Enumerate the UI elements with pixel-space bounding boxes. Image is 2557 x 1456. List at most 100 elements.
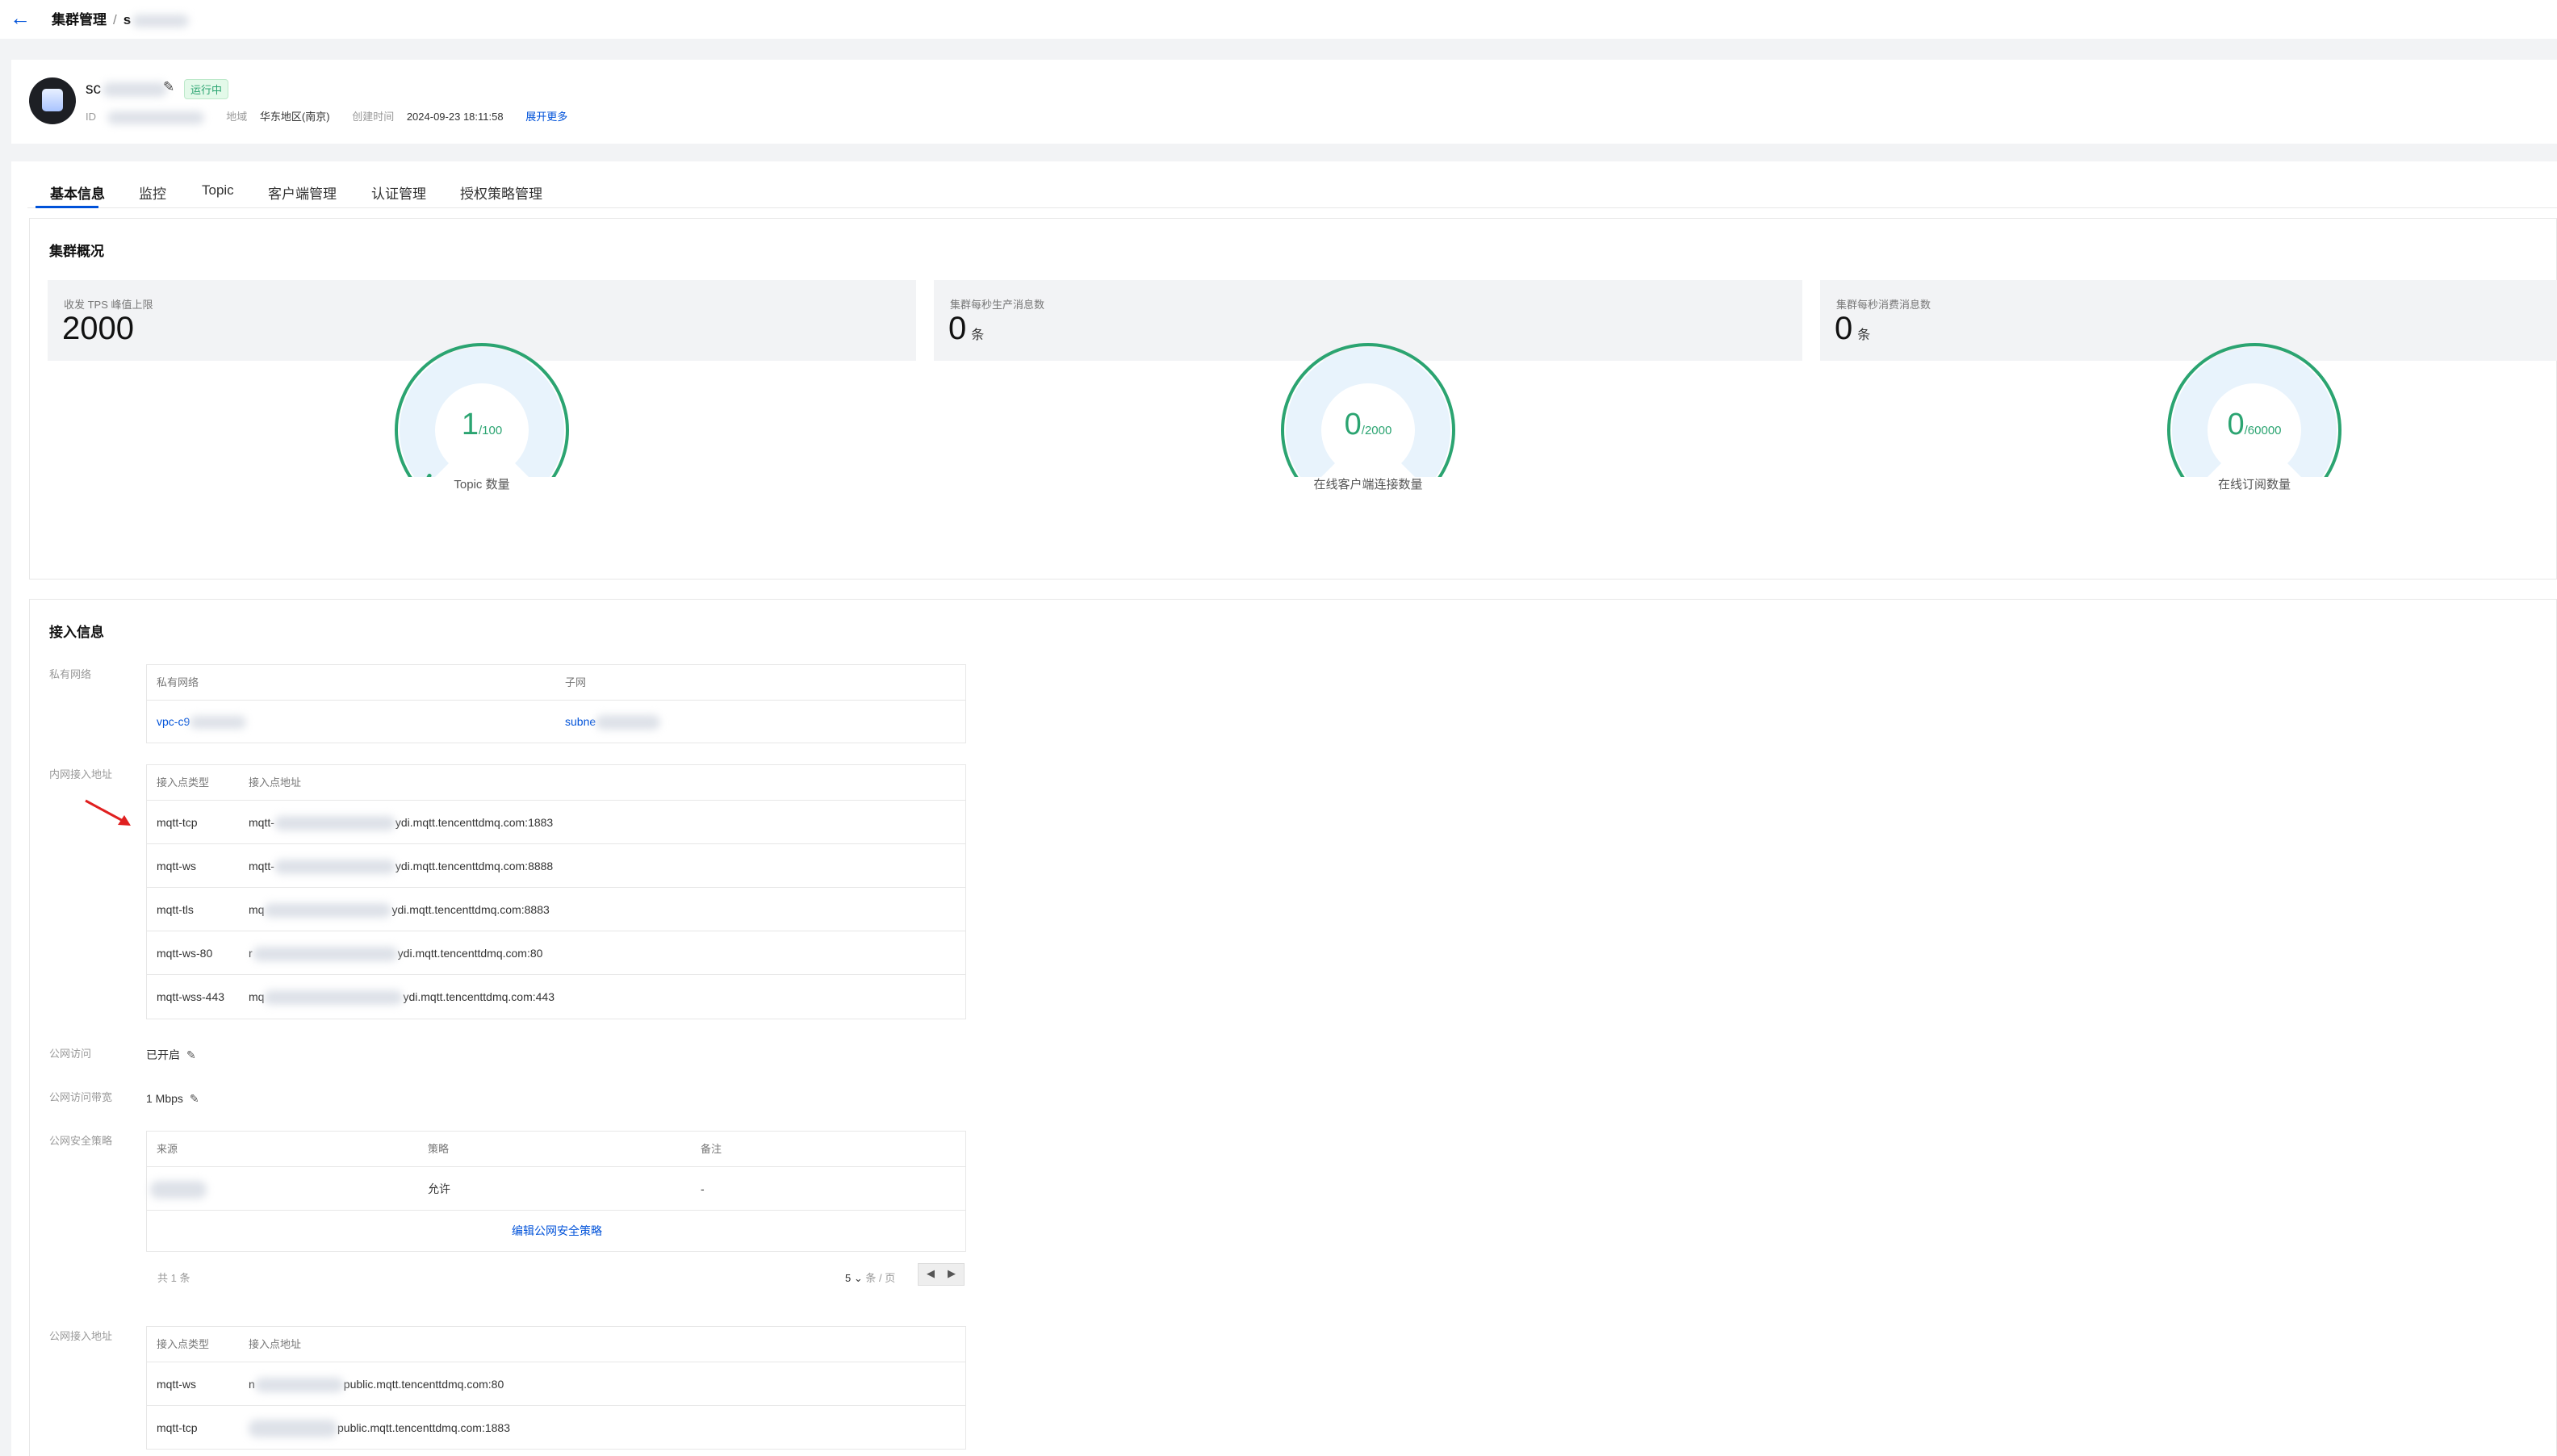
table-row: mqtt-ws mqtt-ydi.mqtt.tencenttdmq.com:88…: [147, 844, 965, 888]
gauge-value: 0/60000: [2227, 408, 2282, 441]
cluster-meta: ID 地域 华东地区(南京) 创建时间 2024-09-23 18:11:58 …: [86, 108, 567, 124]
subnet-link[interactable]: subne: [565, 701, 661, 743]
endpoint-type: mqtt-ws-80: [157, 947, 213, 960]
tab-basic-info[interactable]: 基本信息: [50, 182, 105, 203]
column-header: 备注: [701, 1143, 722, 1155]
tab-monitor[interactable]: 监控: [139, 182, 166, 203]
policy-value: 允许: [428, 1182, 450, 1195]
table-header: 来源 策略 备注: [147, 1132, 965, 1167]
endpoint-address[interactable]: public.mqtt.tencenttdmq.com:1883: [249, 1406, 510, 1450]
note-value: -: [701, 1182, 705, 1195]
tab-client-management[interactable]: 客户端管理: [268, 182, 337, 203]
pencil-icon[interactable]: ✎: [186, 1048, 196, 1061]
public-bandwidth-value: 1 Mbps ✎: [146, 1092, 199, 1105]
pagination-buttons: ◀ ▶: [918, 1263, 965, 1286]
redacted-id: [107, 111, 204, 124]
access-title: 接入信息: [49, 625, 104, 640]
tab-authz-policy-management[interactable]: 授权策略管理: [460, 182, 542, 203]
chevron-down-icon: ⌄: [853, 1272, 863, 1284]
table-row: vpc-c9 subne: [147, 701, 965, 743]
breadcrumb: 集群管理 / s: [52, 8, 190, 28]
stat-label: 收发 TPS 峰值上限: [64, 299, 153, 311]
endpoint-address[interactable]: n public.mqtt.tencenttdmq.com:80: [249, 1362, 504, 1406]
created-label: 创建时间: [352, 111, 395, 123]
cluster-name: sc: [86, 81, 167, 98]
table-row: mqtt-tcp mqtt-ydi.mqtt.tencenttdmq.com:1…: [147, 801, 965, 844]
column-header: 策略: [428, 1143, 450, 1155]
breadcrumb-current: s: [123, 12, 132, 27]
source-value: [150, 1167, 207, 1211]
column-header: 接入点地址: [249, 776, 302, 789]
tab-topic[interactable]: Topic: [202, 182, 234, 199]
endpoint-address[interactable]: mqtt-ydi.mqtt.tencenttdmq.com:1883: [249, 801, 553, 844]
cube-icon: [42, 89, 63, 111]
gauge-label: 在线客户端连接数量: [1313, 478, 1423, 492]
column-header: 接入点类型: [157, 776, 210, 789]
active-tab-indicator: [36, 206, 98, 208]
gauge-online-clients: 0/2000 在线客户端连接数量: [1271, 340, 1465, 501]
prev-page-icon[interactable]: ◀: [927, 1267, 935, 1280]
cluster-header: sc ✎ 运行中 ID 地域 华东地区(南京) 创建时间 2024-09-23 …: [11, 60, 2557, 144]
region-label: 地域: [226, 111, 248, 123]
pencil-icon[interactable]: ✎: [190, 1092, 199, 1105]
vpc-label: 私有网络: [49, 668, 92, 680]
public-access-label: 公网访问: [49, 1048, 92, 1060]
region-value: 华东地区(南京): [259, 111, 330, 123]
vpc-link[interactable]: vpc-c9: [157, 701, 247, 743]
table-row: mqtt-ws-80 r ydi.mqtt.tencenttdmq.com:80: [147, 931, 965, 975]
breadcrumb-parent[interactable]: 集群管理: [52, 12, 107, 27]
endpoint-address[interactable]: mq ydi.mqtt.tencenttdmq.com:8883: [249, 888, 550, 931]
access-section: 接入信息 私有网络 私有网络 子网 vpc-c9 subne 内网接入地址 接入…: [29, 599, 2557, 1456]
column-header: 子网: [565, 676, 587, 688]
endpoint-address[interactable]: mq ydi.mqtt.tencenttdmq.com:443: [249, 975, 555, 1019]
id-label: ID: [86, 111, 96, 123]
vpc-table: 私有网络 子网 vpc-c9 subne: [146, 664, 966, 743]
redacted-cluster-name: [132, 14, 190, 27]
edit-security-policy-link[interactable]: 编辑公网安全策略: [512, 1211, 602, 1251]
public-endpoints-label: 公网接入地址: [49, 1330, 113, 1342]
created-value: 2024-09-23 18:11:58: [406, 111, 504, 123]
overview-section: 集群概况 收发 TPS 峰值上限 2000 集群每秒生产消息数 0条 集群每秒消…: [29, 218, 2557, 579]
table-row: mqtt-tls mq ydi.mqtt.tencenttdmq.com:8883: [147, 888, 965, 931]
stat-label: 集群每秒生产消息数: [950, 299, 1045, 311]
security-policy-label: 公网安全策略: [49, 1135, 113, 1147]
endpoint-address[interactable]: mqtt-ydi.mqtt.tencenttdmq.com:8888: [249, 844, 553, 888]
page-size-select[interactable]: 5 ⌄ 条 / 页: [845, 1270, 895, 1285]
stat-value: 0条: [1835, 311, 1871, 346]
gauge-value: 1/100: [461, 408, 503, 441]
gauge-label: Topic 数量: [454, 478, 510, 492]
gauge-topic-count: 1/100 Topic 数量: [385, 340, 579, 501]
gauge-label: 在线订阅数量: [2217, 478, 2291, 492]
table-row: mqtt-tcp public.mqtt.tencenttdmq.com:188…: [147, 1406, 965, 1450]
column-header: 来源: [157, 1143, 178, 1155]
overview-title: 集群概况: [49, 244, 104, 259]
internal-endpoints-table: 接入点类型 接入点地址 mqtt-tcp mqtt-ydi.mqtt.tence…: [146, 764, 966, 1019]
column-header: 私有网络: [157, 676, 199, 688]
stat-label: 集群每秒消费消息数: [1836, 299, 1931, 311]
table-footer-row: 编辑公网安全策略: [147, 1211, 965, 1251]
table-row: 允许 -: [147, 1167, 965, 1211]
endpoint-type: mqtt-tcp: [157, 816, 198, 829]
stat-value: 2000: [62, 311, 134, 346]
table-row: mqtt-wss-443 mq ydi.mqtt.tencenttdmq.com:…: [147, 975, 965, 1019]
internal-endpoints-label: 内网接入地址: [49, 768, 113, 780]
public-access-value: 已开启 ✎: [146, 1048, 196, 1061]
public-endpoints-table: 接入点类型 接入点地址 mqtt-ws n public.mqtt.tencent…: [146, 1326, 966, 1450]
red-arrow-annotation: [85, 799, 131, 826]
endpoint-type: mqtt-ws: [157, 1378, 196, 1391]
endpoint-type: mqtt-tls: [157, 903, 194, 916]
tab-bar: 基本信息 监控 Topic 客户端管理 认证管理 授权策略管理: [27, 179, 2557, 208]
cluster-avatar: [29, 77, 76, 124]
next-page-icon[interactable]: ▶: [948, 1267, 956, 1280]
tab-auth-management[interactable]: 认证管理: [371, 182, 426, 203]
table-header: 接入点类型 接入点地址: [147, 765, 965, 801]
pencil-icon[interactable]: ✎: [163, 79, 174, 95]
endpoint-type: mqtt-ws: [157, 860, 196, 872]
expand-more-link[interactable]: 展开更多: [525, 111, 567, 123]
pagination-total: 共 1 条: [157, 1272, 190, 1284]
top-bar: ← 集群管理 / s: [0, 0, 2557, 39]
column-header: 接入点类型: [157, 1338, 210, 1350]
endpoint-address[interactable]: r ydi.mqtt.tencenttdmq.com:80: [249, 931, 542, 975]
arrow-left-icon[interactable]: ←: [10, 6, 32, 29]
status-badge: 运行中: [184, 79, 229, 99]
